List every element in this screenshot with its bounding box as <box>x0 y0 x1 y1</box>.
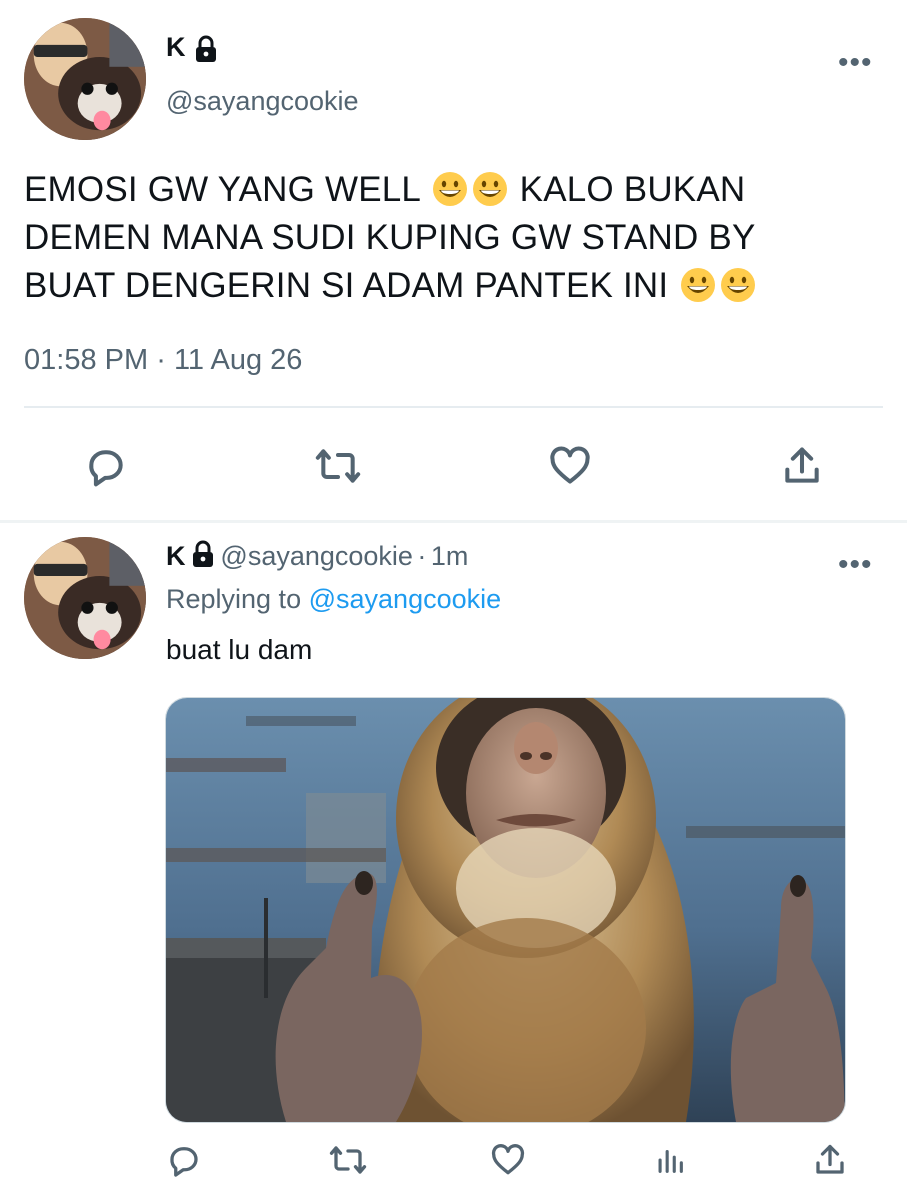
main-author-name[interactable]: K <box>166 32 219 63</box>
avatar-image <box>24 18 146 140</box>
text-segment: KALO BUKAN <box>519 170 746 209</box>
grinning-face-emoji-icon <box>681 268 716 302</box>
reply-author-name[interactable]: K <box>166 541 186 571</box>
replying-to-handle-link[interactable]: @sayangcookie <box>309 584 502 614</box>
share-icon <box>785 447 819 483</box>
main-divider <box>24 406 883 408</box>
share-button[interactable] <box>776 440 828 492</box>
heart-icon <box>550 446 590 484</box>
replying-to-label: Replying to <box>166 584 302 614</box>
reply-analytics-button[interactable] <box>650 1140 690 1180</box>
reply-media-image[interactable] <box>165 697 846 1123</box>
share-icon <box>816 1144 844 1174</box>
reply-tweet-avatar[interactable] <box>24 537 146 659</box>
reply-like-button[interactable] <box>488 1140 528 1180</box>
main-tweet-text: EMOSI GW YANG WELL KALO BUKAN DEMEN MANA… <box>24 166 894 310</box>
more-icon: ••• <box>838 46 873 79</box>
avatar-image <box>24 537 146 659</box>
lock-icon <box>196 35 217 62</box>
tweet-separator <box>0 520 907 523</box>
main-tweet-avatar[interactable] <box>24 18 146 140</box>
main-timestamp[interactable]: 01:58 PM · 11 Aug 26 <box>24 344 302 377</box>
author-name-text: K <box>166 32 186 62</box>
reply-reply-button[interactable] <box>164 1140 204 1180</box>
meta-separator: · <box>156 344 166 376</box>
retweet-button[interactable] <box>312 440 364 492</box>
replying-to: Replying to @sayangcookie <box>166 584 501 615</box>
reply-button[interactable] <box>80 440 132 492</box>
tweet-time: 01:58 PM <box>24 344 149 376</box>
reply-icon <box>89 450 123 487</box>
lock-icon <box>192 540 213 567</box>
more-icon: ••• <box>838 548 873 581</box>
retweet-icon <box>315 449 361 483</box>
tweet-text-line-2: DEMEN MANA SUDI KUPING GW STAND BY <box>24 218 756 257</box>
reply-author-handle[interactable]: @sayangcookie <box>220 541 413 571</box>
reply-more-button[interactable]: ••• <box>838 550 873 580</box>
grinning-face-emoji-icon <box>472 172 507 206</box>
text-segment: EMOSI GW YANG WELL <box>24 170 420 209</box>
text-segment: BUAT DENGERIN SI ADAM PANTEK INI <box>24 266 669 305</box>
reply-age[interactable]: 1m <box>431 541 469 571</box>
reply-icon <box>170 1147 198 1177</box>
reply-retweet-button[interactable] <box>326 1140 370 1180</box>
main-more-button[interactable]: ••• <box>838 48 873 78</box>
retweet-icon <box>329 1146 367 1174</box>
heart-icon <box>491 1144 525 1175</box>
analytics-icon <box>658 1149 683 1173</box>
reply-text: buat lu dam <box>166 634 313 665</box>
tweet-text-line-1: EMOSI GW YANG WELL KALO BUKAN <box>24 166 894 214</box>
reply-share-button[interactable] <box>810 1140 850 1180</box>
grinning-face-emoji-icon <box>721 268 756 302</box>
reply-meta-separator: · <box>417 541 427 571</box>
monkey-photo <box>166 698 845 1122</box>
tweet-text-line-3: BUAT DENGERIN SI ADAM PANTEK INI <box>24 262 894 310</box>
reply-header: K @sayangcookie · 1m <box>166 540 468 572</box>
grinning-face-emoji-icon <box>432 172 467 206</box>
main-author-handle[interactable]: @sayangcookie <box>166 86 359 117</box>
like-button[interactable] <box>544 440 596 492</box>
tweet-date: 11 Aug 26 <box>173 344 303 376</box>
